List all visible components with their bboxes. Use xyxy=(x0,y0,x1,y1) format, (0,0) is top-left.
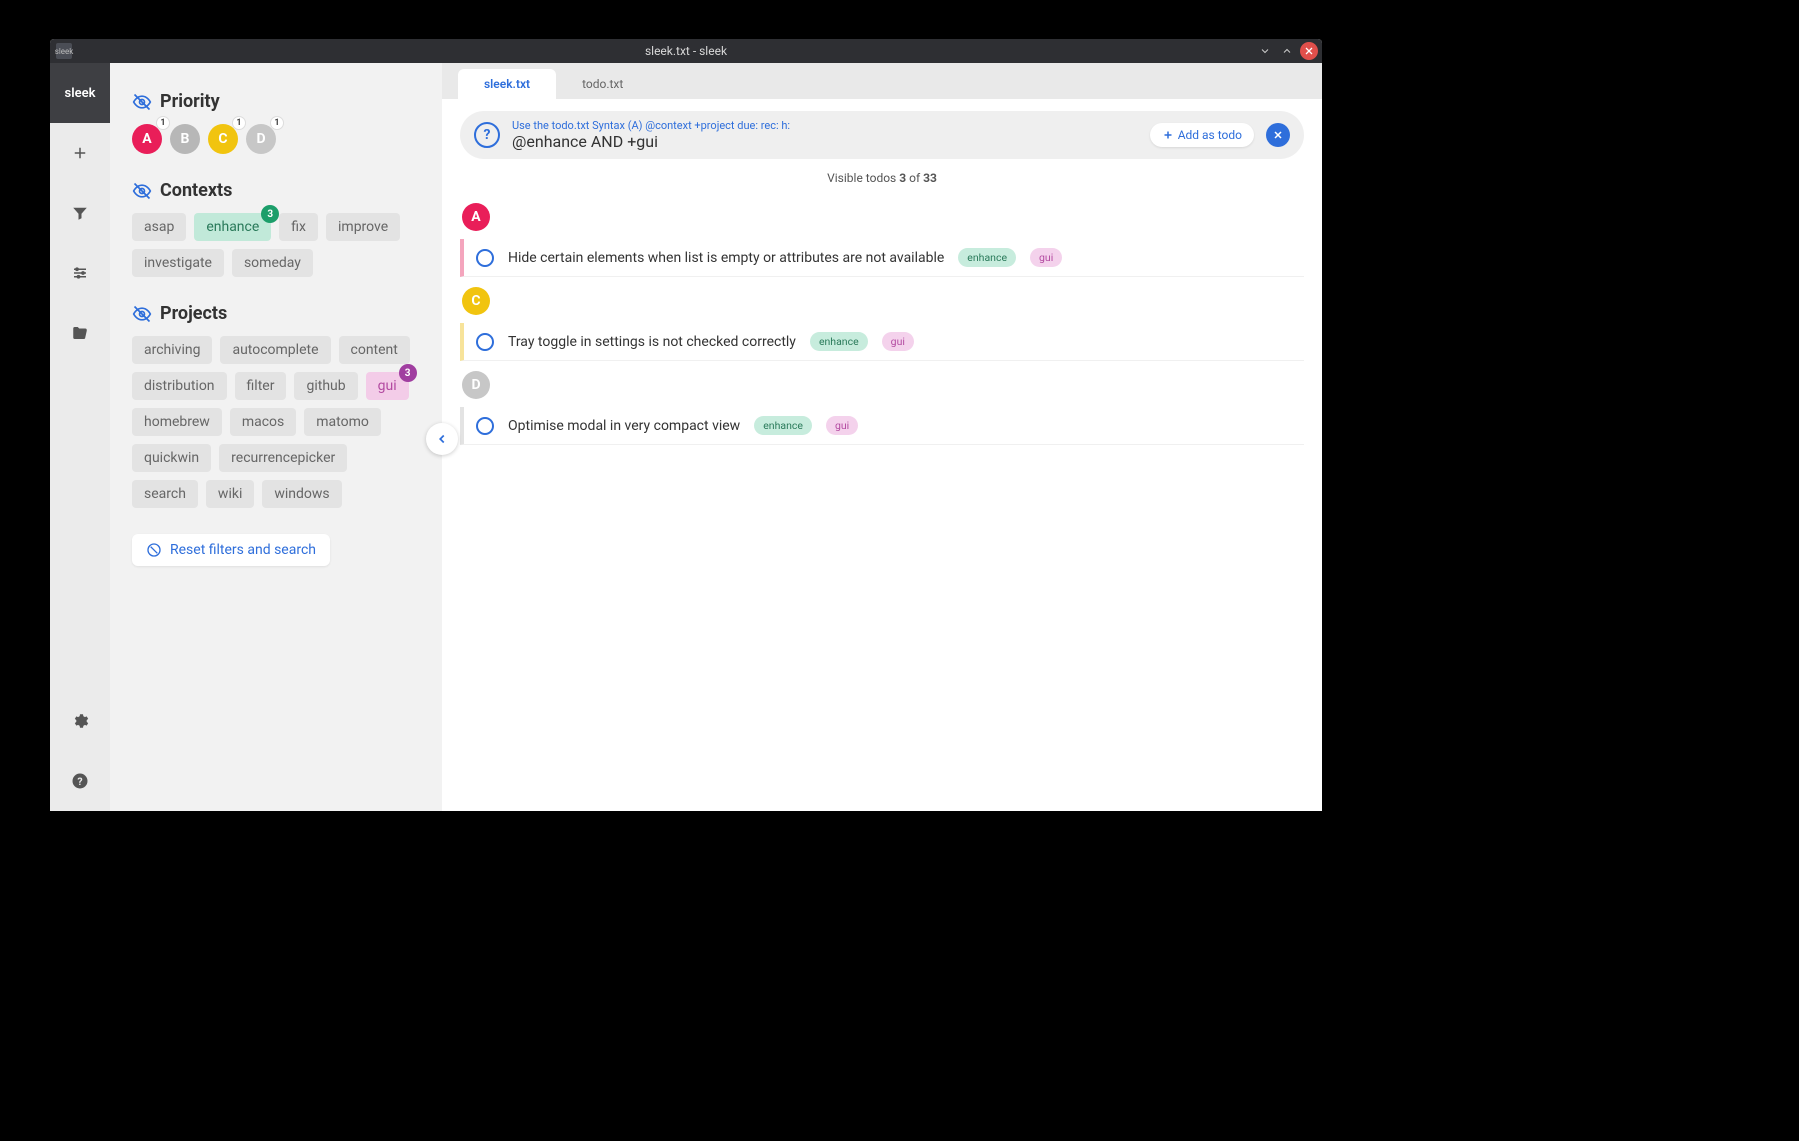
project-chip-content[interactable]: content xyxy=(339,336,410,364)
todo-checkbox[interactable] xyxy=(476,249,494,267)
group-header-c: C xyxy=(462,287,490,315)
context-chip-enhance[interactable]: enhance3 xyxy=(194,213,271,241)
context-tag[interactable]: enhance xyxy=(958,248,1016,267)
context-chip-someday[interactable]: someday xyxy=(232,249,313,277)
project-chip-quickwin[interactable]: quickwin xyxy=(132,444,211,472)
settings-button[interactable] xyxy=(50,691,110,751)
priority-chip-a[interactable]: A1 xyxy=(132,124,162,154)
visible-count: Visible todos 3 of 33 xyxy=(442,171,1322,185)
project-chip-distribution[interactable]: distribution xyxy=(132,372,227,400)
project-chip-windows[interactable]: windows xyxy=(262,480,341,508)
file-tabs: sleek.txttodo.txt xyxy=(442,63,1322,99)
priority-badge: 1 xyxy=(270,116,284,130)
priority-badge: 1 xyxy=(232,116,246,130)
add-as-todo-label: Add as todo xyxy=(1178,128,1242,142)
eye-off-icon[interactable] xyxy=(132,304,152,324)
todo-checkbox[interactable] xyxy=(476,417,494,435)
reset-filters-label: Reset filters and search xyxy=(170,542,316,558)
project-chip-matomo[interactable]: matomo xyxy=(304,408,381,436)
context-tag[interactable]: enhance xyxy=(810,332,868,351)
close-button[interactable] xyxy=(1300,42,1318,60)
contexts-title: Contexts xyxy=(160,180,232,201)
context-chip-investigate[interactable]: investigate xyxy=(132,249,224,277)
context-chip-improve[interactable]: improve xyxy=(326,213,400,241)
todo-row[interactable]: Tray toggle in settings is not checked c… xyxy=(460,323,1304,361)
priority-chip-d[interactable]: D1 xyxy=(246,124,276,154)
todo-row[interactable]: Hide certain elements when list is empty… xyxy=(460,239,1304,277)
eye-off-icon[interactable] xyxy=(132,92,152,112)
project-chip-homebrew[interactable]: homebrew xyxy=(132,408,222,436)
app-window: sleek sleek.txt - sleek sleek xyxy=(50,39,1322,811)
open-file-button[interactable] xyxy=(50,303,110,363)
group-header-a: A xyxy=(462,203,490,231)
minimize-button[interactable] xyxy=(1256,42,1274,60)
app-icon: sleek xyxy=(56,43,72,59)
titlebar: sleek sleek.txt - sleek xyxy=(50,39,1322,63)
project-tag[interactable]: gui xyxy=(1030,248,1062,267)
project-chip-filter[interactable]: filter xyxy=(235,372,287,400)
priority-badge: 1 xyxy=(156,116,170,130)
project-tag[interactable]: gui xyxy=(882,332,914,351)
eye-off-icon[interactable] xyxy=(132,181,152,201)
group-header-d: D xyxy=(462,371,490,399)
context-tag[interactable]: enhance xyxy=(754,416,812,435)
project-chip-macos[interactable]: macos xyxy=(230,408,296,436)
filter-button[interactable] xyxy=(50,183,110,243)
todo-checkbox[interactable] xyxy=(476,333,494,351)
app-logo: sleek xyxy=(50,63,110,123)
filter-sidebar: Priority A1 B C1 D1 Contexts asap enhance3 fi… xyxy=(110,63,442,811)
contexts-header: Contexts xyxy=(132,180,420,201)
syntax-help-icon[interactable]: ? xyxy=(474,122,500,148)
view-settings-button[interactable] xyxy=(50,243,110,303)
collapse-sidebar-button[interactable] xyxy=(426,423,458,455)
tab-sleek-txt[interactable]: sleek.txt xyxy=(458,69,556,99)
svg-text:?: ? xyxy=(77,775,82,788)
context-chip-fix[interactable]: fix xyxy=(279,213,318,241)
priority-header: Priority xyxy=(132,91,420,112)
todo-list: A Hide certain elements when list is empt… xyxy=(442,193,1322,465)
projects-title: Projects xyxy=(160,303,227,324)
project-chip-wiki[interactable]: wiki xyxy=(206,480,254,508)
project-badge: 3 xyxy=(399,364,417,382)
context-badge: 3 xyxy=(261,205,279,223)
tab-todo-txt[interactable]: todo.txt xyxy=(556,69,649,99)
help-button[interactable]: ? xyxy=(50,751,110,811)
reset-filters-button[interactable]: Reset filters and search xyxy=(132,534,330,566)
main-panel: sleek.txttodo.txt ? Use the todo.txt Syn… xyxy=(442,63,1322,811)
priority-chip-b[interactable]: B xyxy=(170,124,200,154)
maximize-button[interactable] xyxy=(1278,42,1296,60)
search-input[interactable]: @enhance AND +gui xyxy=(512,132,1138,151)
add-as-todo-button[interactable]: Add as todo xyxy=(1150,123,1254,147)
project-chip-archiving[interactable]: archiving xyxy=(132,336,212,364)
projects-header: Projects xyxy=(132,303,420,324)
search-bar: ? Use the todo.txt Syntax (A) @context +… xyxy=(460,111,1304,159)
project-chip-search[interactable]: search xyxy=(132,480,198,508)
project-chip-github[interactable]: github xyxy=(294,372,357,400)
search-hint: Use the todo.txt Syntax (A) @context +pr… xyxy=(512,119,1138,132)
priority-chip-c[interactable]: C1 xyxy=(208,124,238,154)
context-chip-asap[interactable]: asap xyxy=(132,213,186,241)
project-chip-recurrencepicker[interactable]: recurrencepicker xyxy=(219,444,347,472)
nav-rail: sleek ? xyxy=(50,63,110,811)
clear-search-button[interactable] xyxy=(1266,123,1290,147)
todo-text: Tray toggle in settings is not checked c… xyxy=(508,334,796,350)
add-button[interactable] xyxy=(50,123,110,183)
todo-text: Hide certain elements when list is empty… xyxy=(508,250,944,266)
priority-title: Priority xyxy=(160,91,220,112)
project-chip-gui[interactable]: gui3 xyxy=(366,372,409,400)
window-title: sleek.txt - sleek xyxy=(50,44,1322,58)
todo-text: Optimise modal in very compact view xyxy=(508,418,740,434)
todo-row[interactable]: Optimise modal in very compact view enhan… xyxy=(460,407,1304,445)
project-chip-autocomplete[interactable]: autocomplete xyxy=(220,336,330,364)
project-tag[interactable]: gui xyxy=(826,416,858,435)
